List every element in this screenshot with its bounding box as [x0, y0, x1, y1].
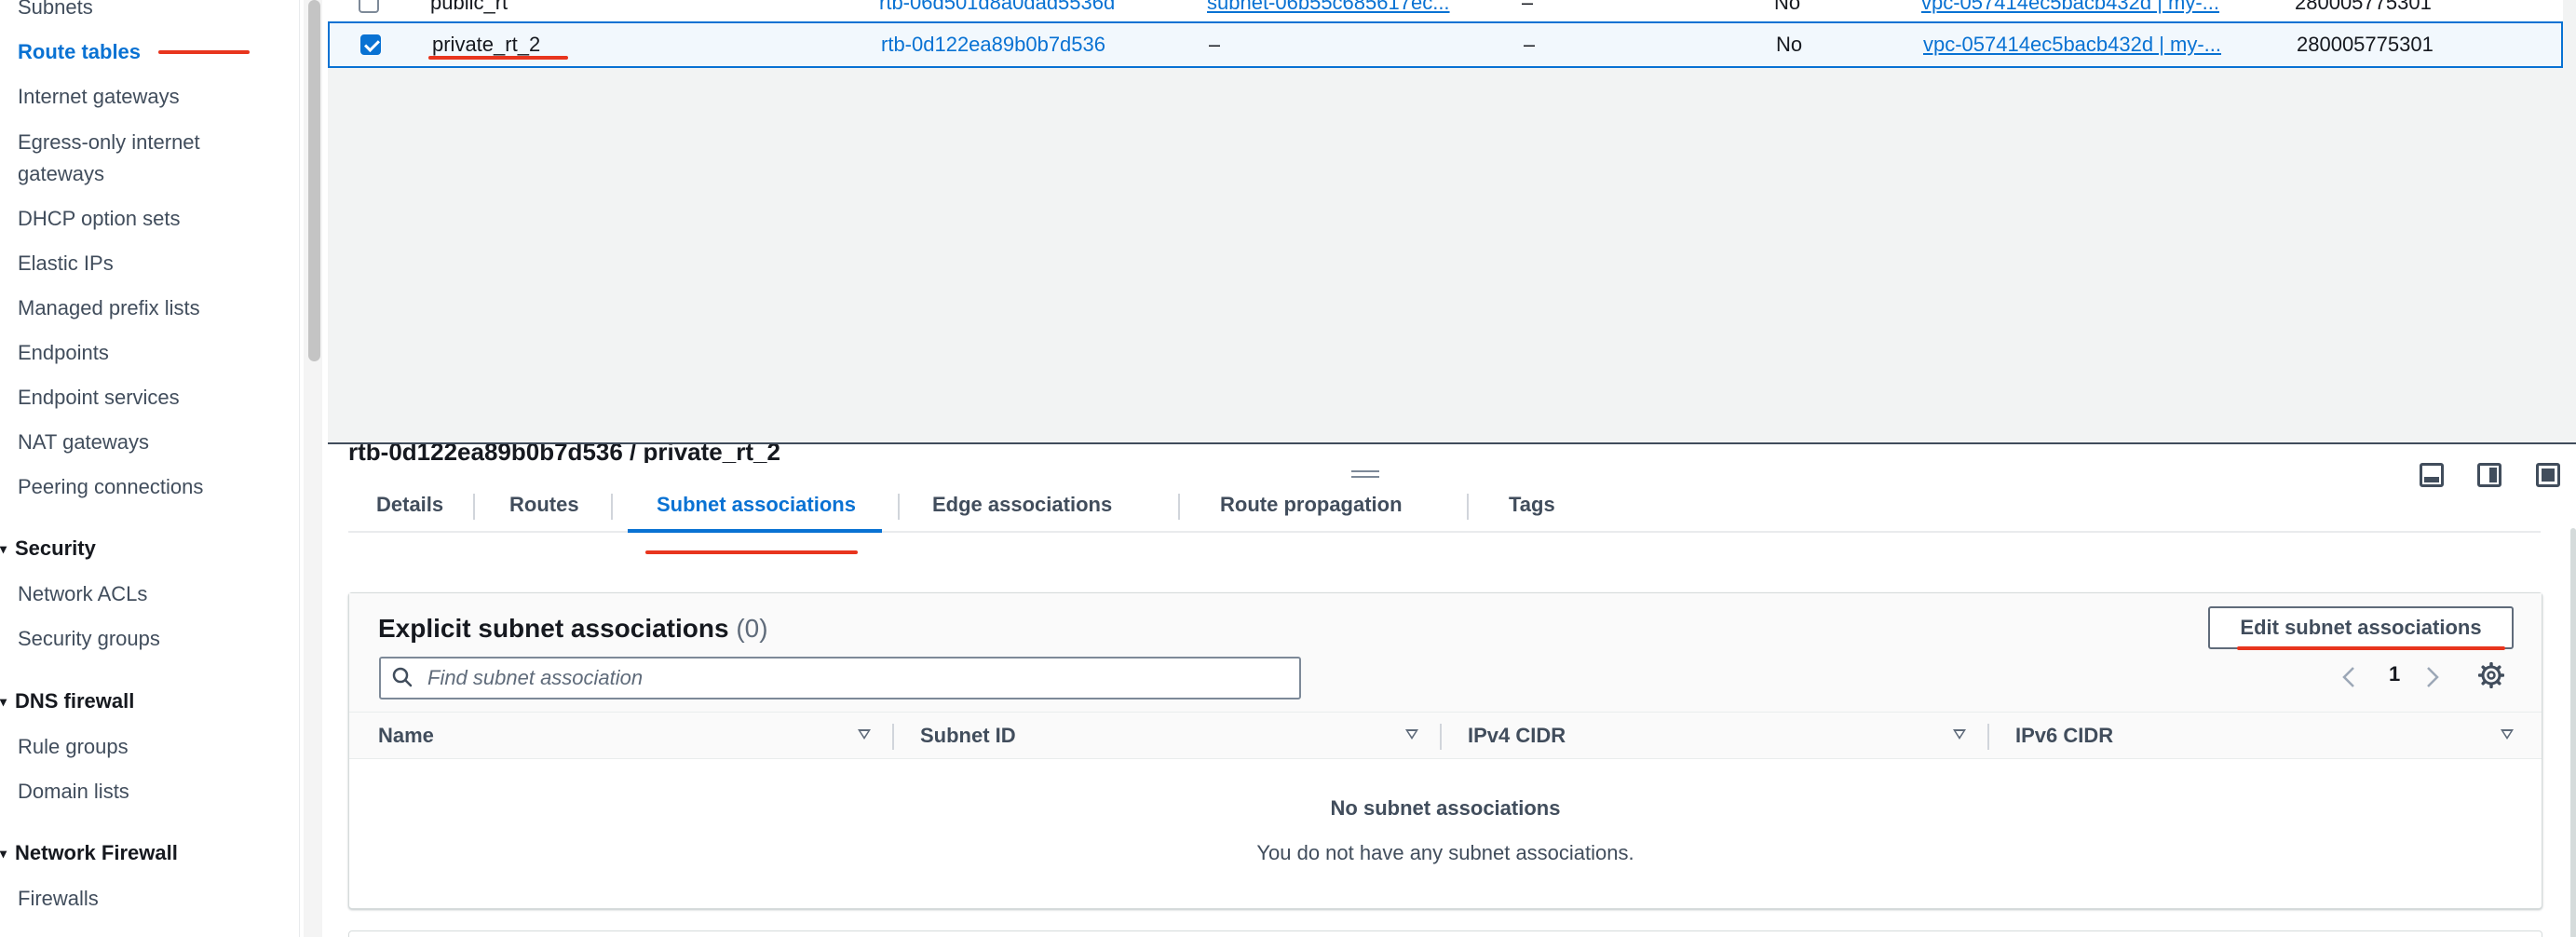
row-name: private_rt_2	[432, 33, 541, 56]
row-route-table-id[interactable]: rtb-06d501d8a0dad5536d	[879, 0, 1121, 15]
sidebar-item-endpoints[interactable]: Endpoints	[18, 338, 109, 368]
tab-divider	[1178, 494, 1180, 520]
column-header-name[interactable]: Name	[378, 724, 434, 748]
checkbox-icon[interactable]	[360, 34, 381, 55]
container-title: Explicit subnet associations (0)	[378, 614, 768, 644]
page-number[interactable]: 1	[2389, 662, 2400, 686]
sort-icon[interactable]	[1405, 729, 1418, 740]
tab-route-propagation[interactable]: Route propagation	[1220, 479, 1403, 533]
row-route-table-id[interactable]: rtb-0d122ea89b0b7d536	[881, 33, 1123, 57]
sidebar-item-managed-prefix-lists[interactable]: Managed prefix lists	[18, 293, 200, 323]
chevron-left-icon[interactable]	[2342, 666, 2355, 694]
annotation-underline	[645, 550, 858, 554]
sidebar-section-title: Network Firewall	[15, 841, 178, 864]
split-panel-title: rtb-0d122ea89b0b7d536 / private_rt_2	[348, 444, 780, 463]
container-title-text: Explicit subnet associations	[378, 614, 729, 643]
drag-handle-icon[interactable]	[1351, 470, 1379, 478]
chevron-right-icon[interactable]	[2426, 666, 2439, 694]
tab-divider	[473, 494, 475, 520]
caret-down-icon: ▾	[0, 694, 7, 709]
sidebar-item-firewalls[interactable]: Firewalls	[18, 884, 99, 914]
row-owner-id: 280005775301	[2297, 33, 2434, 56]
tab-routes[interactable]: Routes	[509, 479, 579, 533]
caret-down-icon: ▾	[0, 541, 7, 556]
sidebar-scrollbar-thumb[interactable]	[308, 0, 320, 361]
gear-icon[interactable]	[2477, 661, 2505, 694]
sidebar-item-security-groups[interactable]: Security groups	[18, 624, 160, 654]
next-container-edge	[348, 930, 2542, 937]
sort-icon[interactable]	[1953, 729, 1966, 740]
row-owner-id: 280005775301	[2295, 0, 2432, 14]
search-icon	[392, 667, 413, 687]
sidebar-section-security[interactable]: ▾ Security	[0, 534, 96, 564]
sidebar-item-dhcp-option-sets[interactable]: DHCP option sets	[18, 204, 180, 234]
sidebar-item-network-acls[interactable]: Network ACLs	[18, 579, 147, 609]
sort-icon[interactable]	[858, 729, 871, 740]
tab-divider	[1467, 494, 1469, 520]
search-input[interactable]	[427, 659, 1284, 698]
sidebar-section-title: Security	[15, 536, 96, 560]
annotation-underline	[2237, 646, 2505, 650]
tab-divider	[898, 494, 900, 520]
row-main: No	[1774, 0, 1801, 14]
subnet-associations-container: Explicit subnet associations (0) Edit su…	[348, 592, 2542, 909]
row-vpc[interactable]: vpc-057414ec5bacb432d | my-...	[1923, 33, 2242, 57]
container-header: Explicit subnet associations (0) Edit su…	[349, 593, 2542, 713]
sidebar-section-network-firewall[interactable]: ▾ Network Firewall	[0, 838, 178, 868]
column-divider[interactable]	[1440, 724, 1442, 750]
column-header-ipv6-cidr[interactable]: IPv6 CIDR	[2015, 724, 2113, 748]
column-header-ipv4-cidr[interactable]: IPv4 CIDR	[1468, 724, 1566, 748]
checkbox-icon[interactable]	[359, 0, 379, 13]
sidebar-item-peering-connections[interactable]: Peering connections	[18, 472, 203, 502]
row-edge-associations: –	[1522, 0, 1534, 14]
sidebar-item-domain-lists[interactable]: Domain lists	[18, 777, 129, 807]
split-panel: rtb-0d122ea89b0b7d536 / private_rt_2 Det…	[328, 442, 2576, 937]
sidebar-item-internet-gateways[interactable]: Internet gateways	[18, 82, 180, 112]
split-panel-scrollbar[interactable]	[2570, 528, 2576, 937]
row-explicit-subnet: –	[1209, 33, 1221, 56]
sidebar-section-title: DNS firewall	[15, 689, 135, 713]
tab-list: Details Routes Subnet associations Edge …	[348, 479, 2541, 533]
row-edge-associations: –	[1524, 33, 1536, 56]
sort-icon[interactable]	[2501, 729, 2514, 740]
sidebar-item-elastic-ips[interactable]: Elastic IPs	[18, 249, 114, 278]
table-header-row: Name Subnet ID IPv4 CIDR IPv6 CIDR	[349, 713, 2542, 759]
annotation-underline	[158, 50, 250, 54]
empty-state-message: You do not have any subnet associations.	[1256, 841, 1634, 864]
tab-edge-associations[interactable]: Edge associations	[932, 479, 1112, 533]
tab-tags[interactable]: Tags	[1509, 479, 1555, 533]
column-divider[interactable]	[892, 724, 894, 750]
container-count: (0)	[736, 614, 768, 643]
column-divider[interactable]	[1987, 724, 1989, 750]
edit-subnet-associations-button[interactable]: Edit subnet associations	[2208, 606, 2514, 649]
annotation-underline	[428, 56, 568, 60]
sidebar-section-dns-firewall[interactable]: ▾ DNS firewall	[0, 686, 134, 716]
empty-state-title: No subnet associations	[1330, 796, 1561, 820]
sidebar-item-endpoint-services[interactable]: Endpoint services	[18, 383, 180, 413]
tab-details[interactable]: Details	[376, 479, 443, 533]
row-name: public_rt	[430, 0, 508, 14]
sidebar-item-nat-gateways[interactable]: NAT gateways	[18, 428, 149, 457]
tab-divider	[611, 494, 613, 520]
sidebar-item-subnets[interactable]: Subnets	[18, 0, 93, 22]
row-explicit-subnet[interactable]: subnet-06b55c685617ec...	[1207, 0, 1468, 15]
search-field[interactable]	[379, 657, 1301, 699]
table-row-selected[interactable]: private_rt_2 rtb-0d122ea89b0b7d536 – – N…	[328, 21, 2563, 68]
row-vpc[interactable]: vpc-057414ec5bacb432d | my-...	[1921, 0, 2240, 15]
row-main: No	[1776, 33, 1803, 56]
sidebar-item-route-tables[interactable]: Route tables	[18, 37, 141, 67]
active-tab-indicator	[628, 529, 882, 533]
column-header-subnet-id[interactable]: Subnet ID	[920, 724, 1016, 748]
sidebar-item-rule-groups[interactable]: Rule groups	[18, 732, 129, 762]
sidebar-item-egress-only-internet-gateways[interactable]: Egress-only internet gateways	[18, 127, 260, 190]
caret-down-icon: ▾	[0, 846, 7, 861]
tab-subnet-associations[interactable]: Subnet associations	[657, 479, 856, 533]
sidebar-nav: Subnets Route tables Internet gateways E…	[0, 0, 300, 937]
